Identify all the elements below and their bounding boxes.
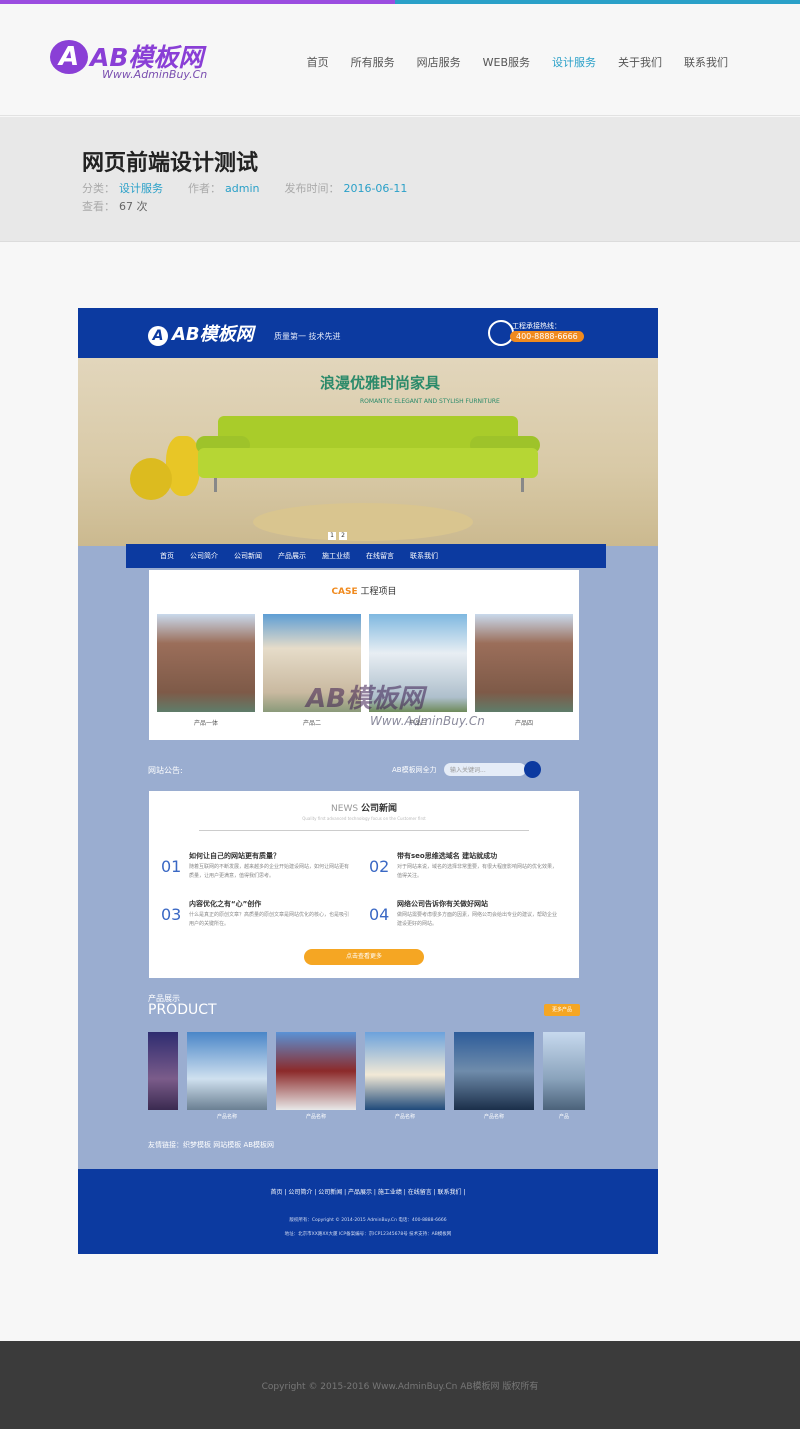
nav-home[interactable]: 首页	[307, 54, 329, 70]
site-logo[interactable]: A AB模板网 Www.AdminBuy.Cn	[50, 38, 220, 86]
product-image	[365, 1032, 445, 1110]
site-footer: Copyright © 2015-2016 Www.AdminBuy.Cn AB…	[0, 1341, 800, 1429]
category-label: 分类：	[82, 182, 115, 195]
banner-title: 浪漫优雅时尚家具	[320, 374, 441, 392]
watermark: AB模板网	[306, 684, 424, 714]
article-meta-line-1: 分类： 设计服务 作者： admin 发布时间： 2016-06-11	[82, 180, 407, 196]
preview-notice-text: AB模板网全力	[392, 766, 437, 774]
preview-news-section: NEWS 公司新闻 Quality first advanced technol…	[149, 791, 579, 978]
product-more-button: 更多产品	[544, 1004, 580, 1016]
template-preview-image: A AB模板网 质量第一 技术先进 工程承接热线： 400-8888-6666 浪…	[78, 308, 658, 1254]
preview-nav-item: 联系我们	[410, 552, 438, 560]
views-value: 67 次	[119, 200, 148, 213]
nav-design-services[interactable]: 设计服务	[552, 54, 596, 70]
friend-links: 友情链接：织梦模板 网站模板 AB模板网	[148, 1141, 275, 1149]
preview-logo: A AB模板网	[148, 320, 254, 346]
news-subtitle: Quality first advanced technology focus …	[302, 816, 426, 821]
date-label: 发布时间：	[284, 182, 340, 195]
article-meta-line-2: 查看： 67 次	[82, 198, 148, 214]
preview-footer-line-1: 版权所有：Copyright © 2014-2015 AdminBuy.Cn 电…	[289, 1218, 447, 1223]
product-image	[454, 1032, 534, 1110]
nav-contact[interactable]: 联系我们	[684, 54, 728, 70]
pager-dot: 1	[328, 532, 336, 540]
product-caption: 产品名称	[483, 1114, 504, 1120]
case-caption: 产品一体	[193, 720, 218, 727]
preview-banner: 浪漫优雅时尚家具 ROMANTIC ELEGANT AND STYLISH FU…	[78, 358, 658, 546]
case-caption: 产品二	[302, 720, 321, 727]
banner-subtitle: ROMANTIC ELEGANT AND STYLISH FURNITURE	[360, 398, 500, 405]
preview-footer-nav: 首页 | 公司简介 | 公司新闻 | 产品展示 | 施工业绩 | 在线留言 | …	[270, 1189, 466, 1196]
copyright-text: Copyright © 2015-2016 Www.AdminBuy.Cn AB…	[261, 1382, 539, 1392]
preview-nav-item: 公司简介	[190, 552, 218, 560]
preview-nav: 首页 公司简介 公司新闻 产品展示 施工业绩 在线留言 联系我们	[126, 544, 606, 568]
logo-subtext: Www.AdminBuy.Cn	[102, 68, 208, 81]
preview-nav-item: 施工业绩	[322, 552, 350, 560]
product-caption: 产品	[558, 1114, 569, 1120]
rug-image	[253, 503, 473, 541]
views-label: 查看：	[82, 200, 115, 213]
product-image	[187, 1032, 267, 1110]
logo-icon: A	[50, 40, 88, 74]
preview-notice: 网站公告:	[148, 766, 183, 775]
product-image	[276, 1032, 356, 1110]
main-nav: 首页 所有服务 网店服务 WEB服务 设计服务 关于我们 联系我们	[307, 54, 728, 70]
date-value: 2016-06-11	[343, 182, 408, 195]
preview-hotline-label: 工程承接热线：	[512, 322, 561, 330]
news-more-button: 点击查看更多	[304, 949, 424, 965]
product-caption: 产品名称	[305, 1114, 326, 1120]
watermark-sub: Www.AdminBuy.Cn	[370, 714, 485, 728]
preview-nav-item: 产品展示	[278, 552, 306, 560]
preview-footer-line-2: 地址：北京市XX路XX大厦 ICP备案编号：京ICP12345678号 技术支持…	[284, 1232, 452, 1237]
article-title: 网页前端设计测试	[82, 151, 259, 176]
product-image	[148, 1032, 178, 1110]
banner-pager: 1 2	[328, 532, 347, 540]
product-list: 产品名称 产品名称 产品名称 产品名称 产品	[148, 1032, 585, 1120]
nav-all-services[interactable]: 所有服务	[351, 54, 395, 70]
preview-nav-item: 首页	[160, 552, 174, 560]
product-image	[543, 1032, 585, 1110]
news-title: NEWS 公司新闻	[331, 804, 397, 814]
case-title: CASE 工程项目	[331, 587, 397, 597]
preview-nav-item: 公司新闻	[234, 552, 262, 560]
vase-image	[130, 458, 172, 500]
article-header: 网页前端设计测试 分类： 设计服务 作者： admin 发布时间： 2016-06-1…	[0, 117, 800, 242]
preview-search-box: 输入关键词...	[444, 763, 526, 776]
site-header: A AB模板网 Www.AdminBuy.Cn 首页 所有服务 网店服务 WEB…	[0, 4, 800, 116]
nav-shop-services[interactable]: 网店服务	[417, 54, 461, 70]
preview-header: A AB模板网 质量第一 技术先进 工程承接热线： 400-8888-6666	[78, 308, 658, 358]
case-image	[475, 614, 573, 712]
case-image	[157, 614, 255, 712]
case-caption: 产品四	[514, 720, 533, 727]
search-icon	[524, 761, 541, 778]
product-caption: 产品名称	[394, 1114, 415, 1120]
category-link[interactable]: 设计服务	[119, 182, 163, 195]
vase-image	[166, 436, 200, 496]
nav-web-services[interactable]: WEB服务	[483, 54, 530, 70]
product-caption: 产品名称	[216, 1114, 237, 1120]
preview-footer: 首页 | 公司简介 | 公司新闻 | 产品展示 | 施工业绩 | 在线留言 | …	[78, 1169, 658, 1254]
author-label: 作者：	[188, 182, 221, 195]
nav-about[interactable]: 关于我们	[618, 54, 662, 70]
preview-slogan: 质量第一 技术先进	[274, 332, 341, 341]
preview-hotline: 400-8888-6666	[510, 331, 584, 342]
product-title-en: PRODUCT	[148, 1002, 217, 1018]
preview-nav-item: 在线留言	[366, 552, 394, 560]
pager-dot: 2	[339, 532, 347, 540]
author-value: admin	[225, 182, 260, 195]
